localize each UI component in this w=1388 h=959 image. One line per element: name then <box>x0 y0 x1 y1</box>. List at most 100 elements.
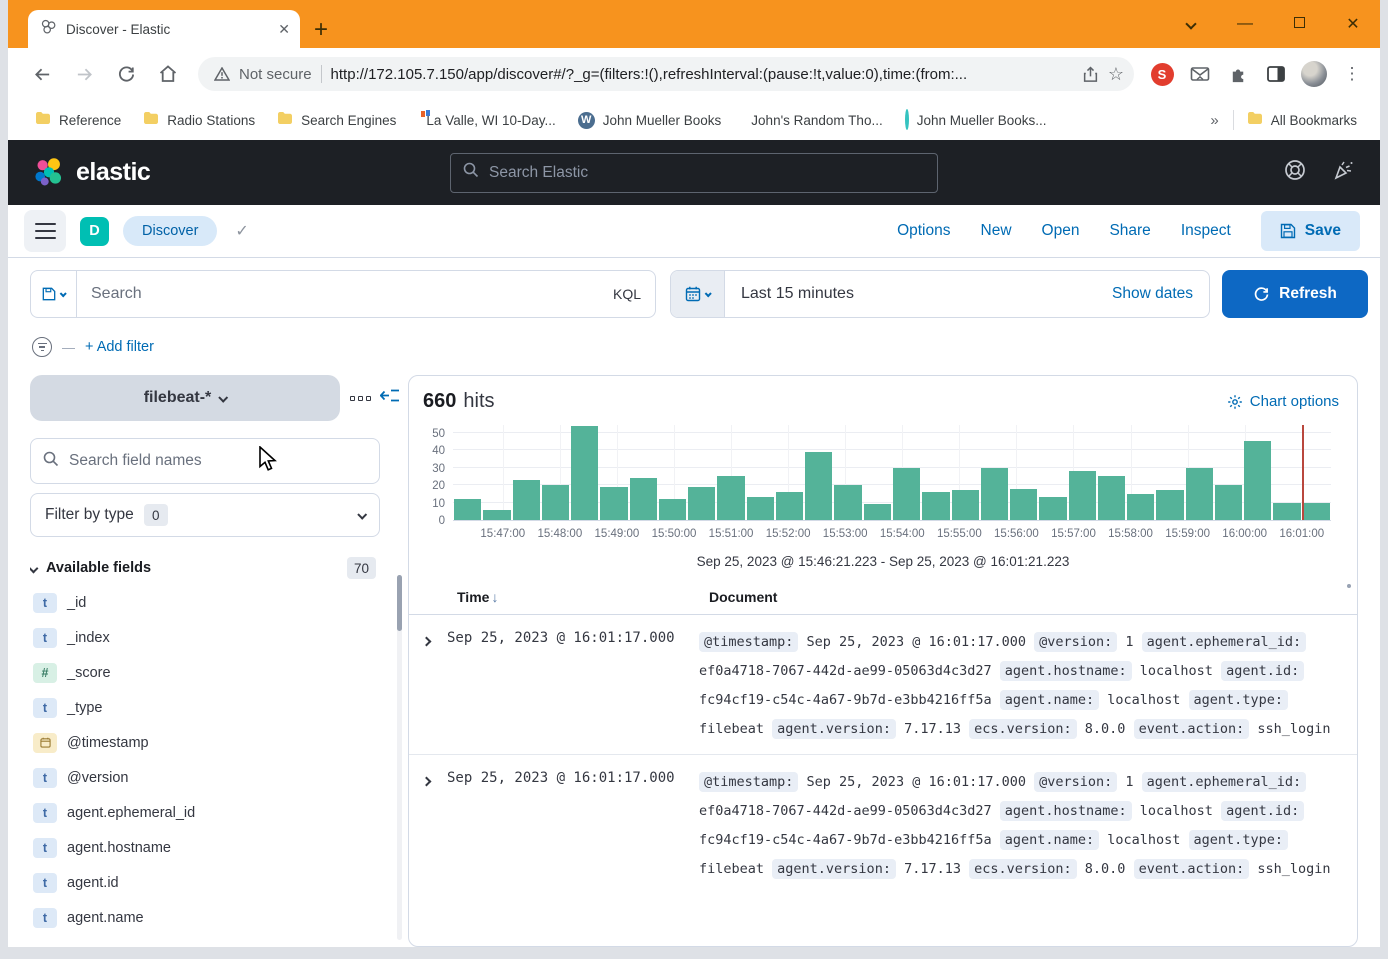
histogram-bar <box>981 468 1008 520</box>
save-button[interactable]: Save <box>1261 211 1360 251</box>
not-secure-warning-icon[interactable] <box>214 67 230 81</box>
bookmark-item[interactable]: John's Random Tho... <box>734 109 891 132</box>
bookmark-item[interactable]: John Mueller Books... <box>896 107 1056 133</box>
time-column-header[interactable]: Time↓ <box>457 589 709 605</box>
not-secure-label: Not secure <box>239 66 312 83</box>
all-bookmarks-button[interactable]: All Bookmarks <box>1238 107 1366 134</box>
field-list-item[interactable]: @timestamp <box>30 725 402 760</box>
filter-by-type-dropdown[interactable]: Filter by type 0 <box>30 493 380 537</box>
breadcrumb-discover[interactable]: Discover <box>123 216 217 246</box>
field-list-item[interactable]: tagent.ephemeral_id <box>30 795 402 830</box>
table-row: Sep 25, 2023 @ 16:01:17.000@timestamp: S… <box>409 615 1357 754</box>
open-link[interactable]: Open <box>1042 222 1080 240</box>
space-badge[interactable]: D <box>80 217 109 246</box>
bookmarks-overflow-chevron[interactable]: » <box>1200 112 1228 129</box>
string-type-icon: t <box>33 838 57 858</box>
field-list-item[interactable]: tagent.name <box>30 900 402 935</box>
extension-s-icon[interactable]: S <box>1146 58 1178 90</box>
field-list-options-icon[interactable] <box>350 396 371 401</box>
profile-avatar[interactable] <box>1298 58 1330 90</box>
expand-row-icon[interactable] <box>423 628 447 744</box>
filter-menu-icon[interactable] <box>32 337 52 357</box>
field-search-placeholder: Search field names <box>69 452 202 470</box>
elastic-brand[interactable]: elastic <box>32 156 150 190</box>
histogram-bar <box>600 487 627 520</box>
main-menu-icon[interactable] <box>24 210 66 252</box>
chart-options-button[interactable]: Chart options <box>1227 393 1339 410</box>
field-list-item[interactable]: tagent.hostname <box>30 830 402 865</box>
show-dates-link[interactable]: Show dates <box>1112 285 1209 303</box>
index-pattern-button[interactable]: filebeat-* <box>30 375 340 421</box>
bookmarks-list: ReferenceRadio StationsSearch EnginesLa … <box>26 107 1056 134</box>
available-fields-header[interactable]: Available fields 70 <box>30 551 380 585</box>
mouse-cursor <box>256 446 278 472</box>
histogram-bar <box>922 492 949 520</box>
chart-plot-area[interactable] <box>453 425 1331 521</box>
tab-search-chevron-icon[interactable] <box>1164 15 1218 33</box>
browser-menu-icon[interactable]: ⋮ <box>1336 58 1368 90</box>
x-axis-tick-label: 15:50:00 <box>652 528 697 540</box>
minimize-button[interactable]: — <box>1218 15 1272 33</box>
new-link[interactable]: New <box>981 222 1012 240</box>
field-list-item[interactable]: #_score <box>30 655 402 690</box>
field-name-pill: @timestamp: <box>699 632 798 652</box>
filter-by-type-count-badge: 0 <box>144 504 168 526</box>
browser-tab[interactable]: Discover - Elastic ✕ <box>28 10 300 48</box>
tab-close-icon[interactable]: ✕ <box>278 21 290 38</box>
search-icon <box>43 451 59 472</box>
query-language-button[interactable]: KQL <box>613 286 641 302</box>
field-list-item[interactable]: t_index <box>30 620 402 655</box>
histogram-bar <box>659 499 686 520</box>
histogram-bar <box>864 504 891 520</box>
bookmark-star-icon[interactable]: ☆ <box>1108 64 1124 85</box>
url-text[interactable]: http://172.105.7.150/app/discover#/?_g=(… <box>331 66 1073 83</box>
bookmark-item[interactable]: Radio Stations <box>134 107 264 134</box>
newsfeed-icon[interactable] <box>1332 159 1356 186</box>
table-scrollbar-thumb[interactable] <box>1347 584 1351 588</box>
bookmark-item[interactable]: WJohn Mueller Books <box>569 108 731 133</box>
query-search-input[interactable]: Search KQL <box>76 270 656 318</box>
forward-icon[interactable] <box>66 56 102 92</box>
new-tab-button[interactable]: + <box>314 18 328 42</box>
histogram-chart[interactable]: 01020304050 <box>417 425 1331 521</box>
time-range-value[interactable]: Last 15 minutes <box>725 285 854 303</box>
bookmark-item[interactable]: Reference <box>26 107 130 134</box>
extensions-puzzle-icon[interactable] <box>1222 58 1254 90</box>
results-panel: 660 hits Chart options 01020304050 15:47… <box>408 375 1358 947</box>
home-icon[interactable] <box>150 56 186 92</box>
calendar-button[interactable] <box>671 271 725 317</box>
x-axis-tick-label: 15:59:00 <box>1165 528 1210 540</box>
field-list-item[interactable]: tagent.id <box>30 865 402 900</box>
field-list-item[interactable]: t_type <box>30 690 402 725</box>
collapse-sidebar-icon[interactable] <box>380 388 400 408</box>
close-button[interactable]: ✕ <box>1326 14 1380 34</box>
sidebar-scrollbar-thumb[interactable] <box>397 575 402 631</box>
reload-icon[interactable] <box>108 56 144 92</box>
elastic-search-input[interactable]: Search Elastic <box>450 153 938 193</box>
options-link[interactable]: Options <box>897 222 950 240</box>
bookmark-item[interactable]: Search Engines <box>268 107 405 134</box>
back-icon[interactable] <box>24 56 60 92</box>
share-icon[interactable] <box>1082 66 1099 83</box>
side-panel-icon[interactable] <box>1260 58 1292 90</box>
app-toolbar: D Discover ✓ Options New Open Share Insp… <box>8 205 1380 258</box>
maximize-button[interactable] <box>1272 15 1326 33</box>
help-icon[interactable] <box>1284 159 1306 186</box>
search-icon <box>463 162 479 183</box>
refresh-button[interactable]: Refresh <box>1222 270 1368 318</box>
add-filter-link[interactable]: + Add filter <box>85 339 154 355</box>
available-fields-label: Available fields <box>46 560 151 576</box>
share-link[interactable]: Share <box>1109 222 1150 240</box>
histogram-bar <box>893 468 920 520</box>
saved-queries-button[interactable] <box>30 270 76 318</box>
extension-mail-icon[interactable] <box>1184 58 1216 90</box>
field-list-item[interactable]: t_id <box>30 585 402 620</box>
field-list-item[interactable]: t@version <box>30 760 402 795</box>
inspect-link[interactable]: Inspect <box>1181 222 1231 240</box>
address-bar[interactable]: Not secure http://172.105.7.150/app/disc… <box>198 57 1134 91</box>
field-search-input[interactable]: Search field names <box>30 438 380 484</box>
expand-row-icon[interactable] <box>423 768 447 884</box>
bookmark-item[interactable]: La Valle, WI 10-Day... <box>409 109 564 132</box>
histogram-bar <box>1069 471 1096 520</box>
histogram-bar <box>1156 490 1183 520</box>
